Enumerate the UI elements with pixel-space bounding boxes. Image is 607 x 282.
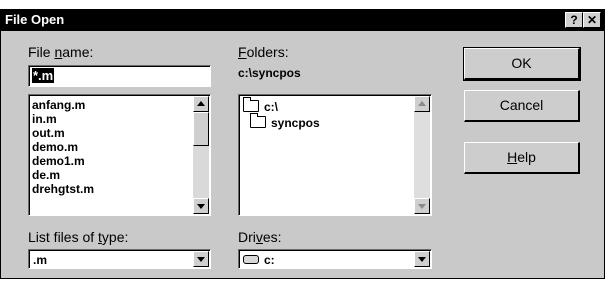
- ok-button[interactable]: OK: [463, 47, 581, 81]
- help-button[interactable]: Help: [464, 142, 580, 174]
- scroll-down-button[interactable]: [193, 198, 209, 214]
- drives-select[interactable]: c:: [238, 249, 432, 269]
- scroll-down-button[interactable]: [414, 198, 430, 214]
- folder-item[interactable]: c:\: [243, 97, 278, 114]
- file-list-item[interactable]: drehgtst.m: [32, 182, 94, 196]
- arrow-up-icon: [418, 101, 426, 106]
- drives-dropdown-button[interactable]: [414, 251, 430, 267]
- folder-tree[interactable]: c:\ syncpos: [238, 94, 432, 216]
- file-list-item[interactable]: out.m: [32, 126, 94, 140]
- title-bar[interactable]: File Open ? ✕: [1, 10, 604, 31]
- chevron-down-icon: [418, 257, 426, 262]
- open-folder-icon: [250, 113, 266, 128]
- scroll-thumb[interactable]: [193, 112, 209, 146]
- scroll-up-button[interactable]: [193, 96, 209, 112]
- file-name-input[interactable]: *.m: [28, 65, 211, 87]
- file-list-item[interactable]: de.m: [32, 168, 94, 182]
- scroll-up-button[interactable]: [414, 96, 430, 112]
- file-list-item[interactable]: demo.m: [32, 140, 94, 154]
- help-question-button[interactable]: ?: [565, 12, 583, 28]
- drives-label: Drives:: [238, 229, 282, 245]
- file-type-dropdown-button[interactable]: [193, 251, 209, 267]
- file-open-dialog: File Open ? ✕ File name: *.m anfang.m in…: [0, 9, 605, 279]
- file-name-value: *.m: [32, 68, 55, 83]
- file-name-label: File name:: [28, 44, 94, 60]
- arrow-down-icon: [197, 204, 205, 209]
- chevron-down-icon: [197, 257, 205, 262]
- file-list-scrollbar[interactable]: [193, 96, 209, 214]
- close-button[interactable]: ✕: [583, 12, 601, 28]
- folders-label: Folders:: [238, 44, 289, 60]
- file-list-item[interactable]: demo1.m: [32, 154, 94, 168]
- folder-item[interactable]: syncpos: [250, 113, 320, 130]
- file-list[interactable]: anfang.m in.m out.m demo.m demo1.m de.m …: [28, 94, 211, 216]
- file-type-value: .m: [33, 253, 48, 267]
- file-list-items: anfang.m in.m out.m demo.m demo1.m de.m …: [32, 98, 94, 196]
- window-title: File Open: [5, 12, 65, 27]
- file-type-label: List files of type:: [28, 229, 129, 245]
- cancel-button[interactable]: Cancel: [464, 90, 580, 122]
- current-folder-path: c:\syncpos: [238, 66, 301, 80]
- open-folder-icon: [243, 97, 259, 112]
- arrow-down-icon: [418, 204, 426, 209]
- hard-drive-icon: [243, 255, 259, 264]
- file-list-item[interactable]: anfang.m: [32, 98, 94, 112]
- arrow-up-icon: [197, 101, 205, 106]
- drives-value: c:: [243, 253, 275, 267]
- file-list-item[interactable]: in.m: [32, 112, 94, 126]
- folder-tree-scrollbar[interactable]: [414, 96, 430, 214]
- file-type-select[interactable]: .m: [28, 249, 211, 269]
